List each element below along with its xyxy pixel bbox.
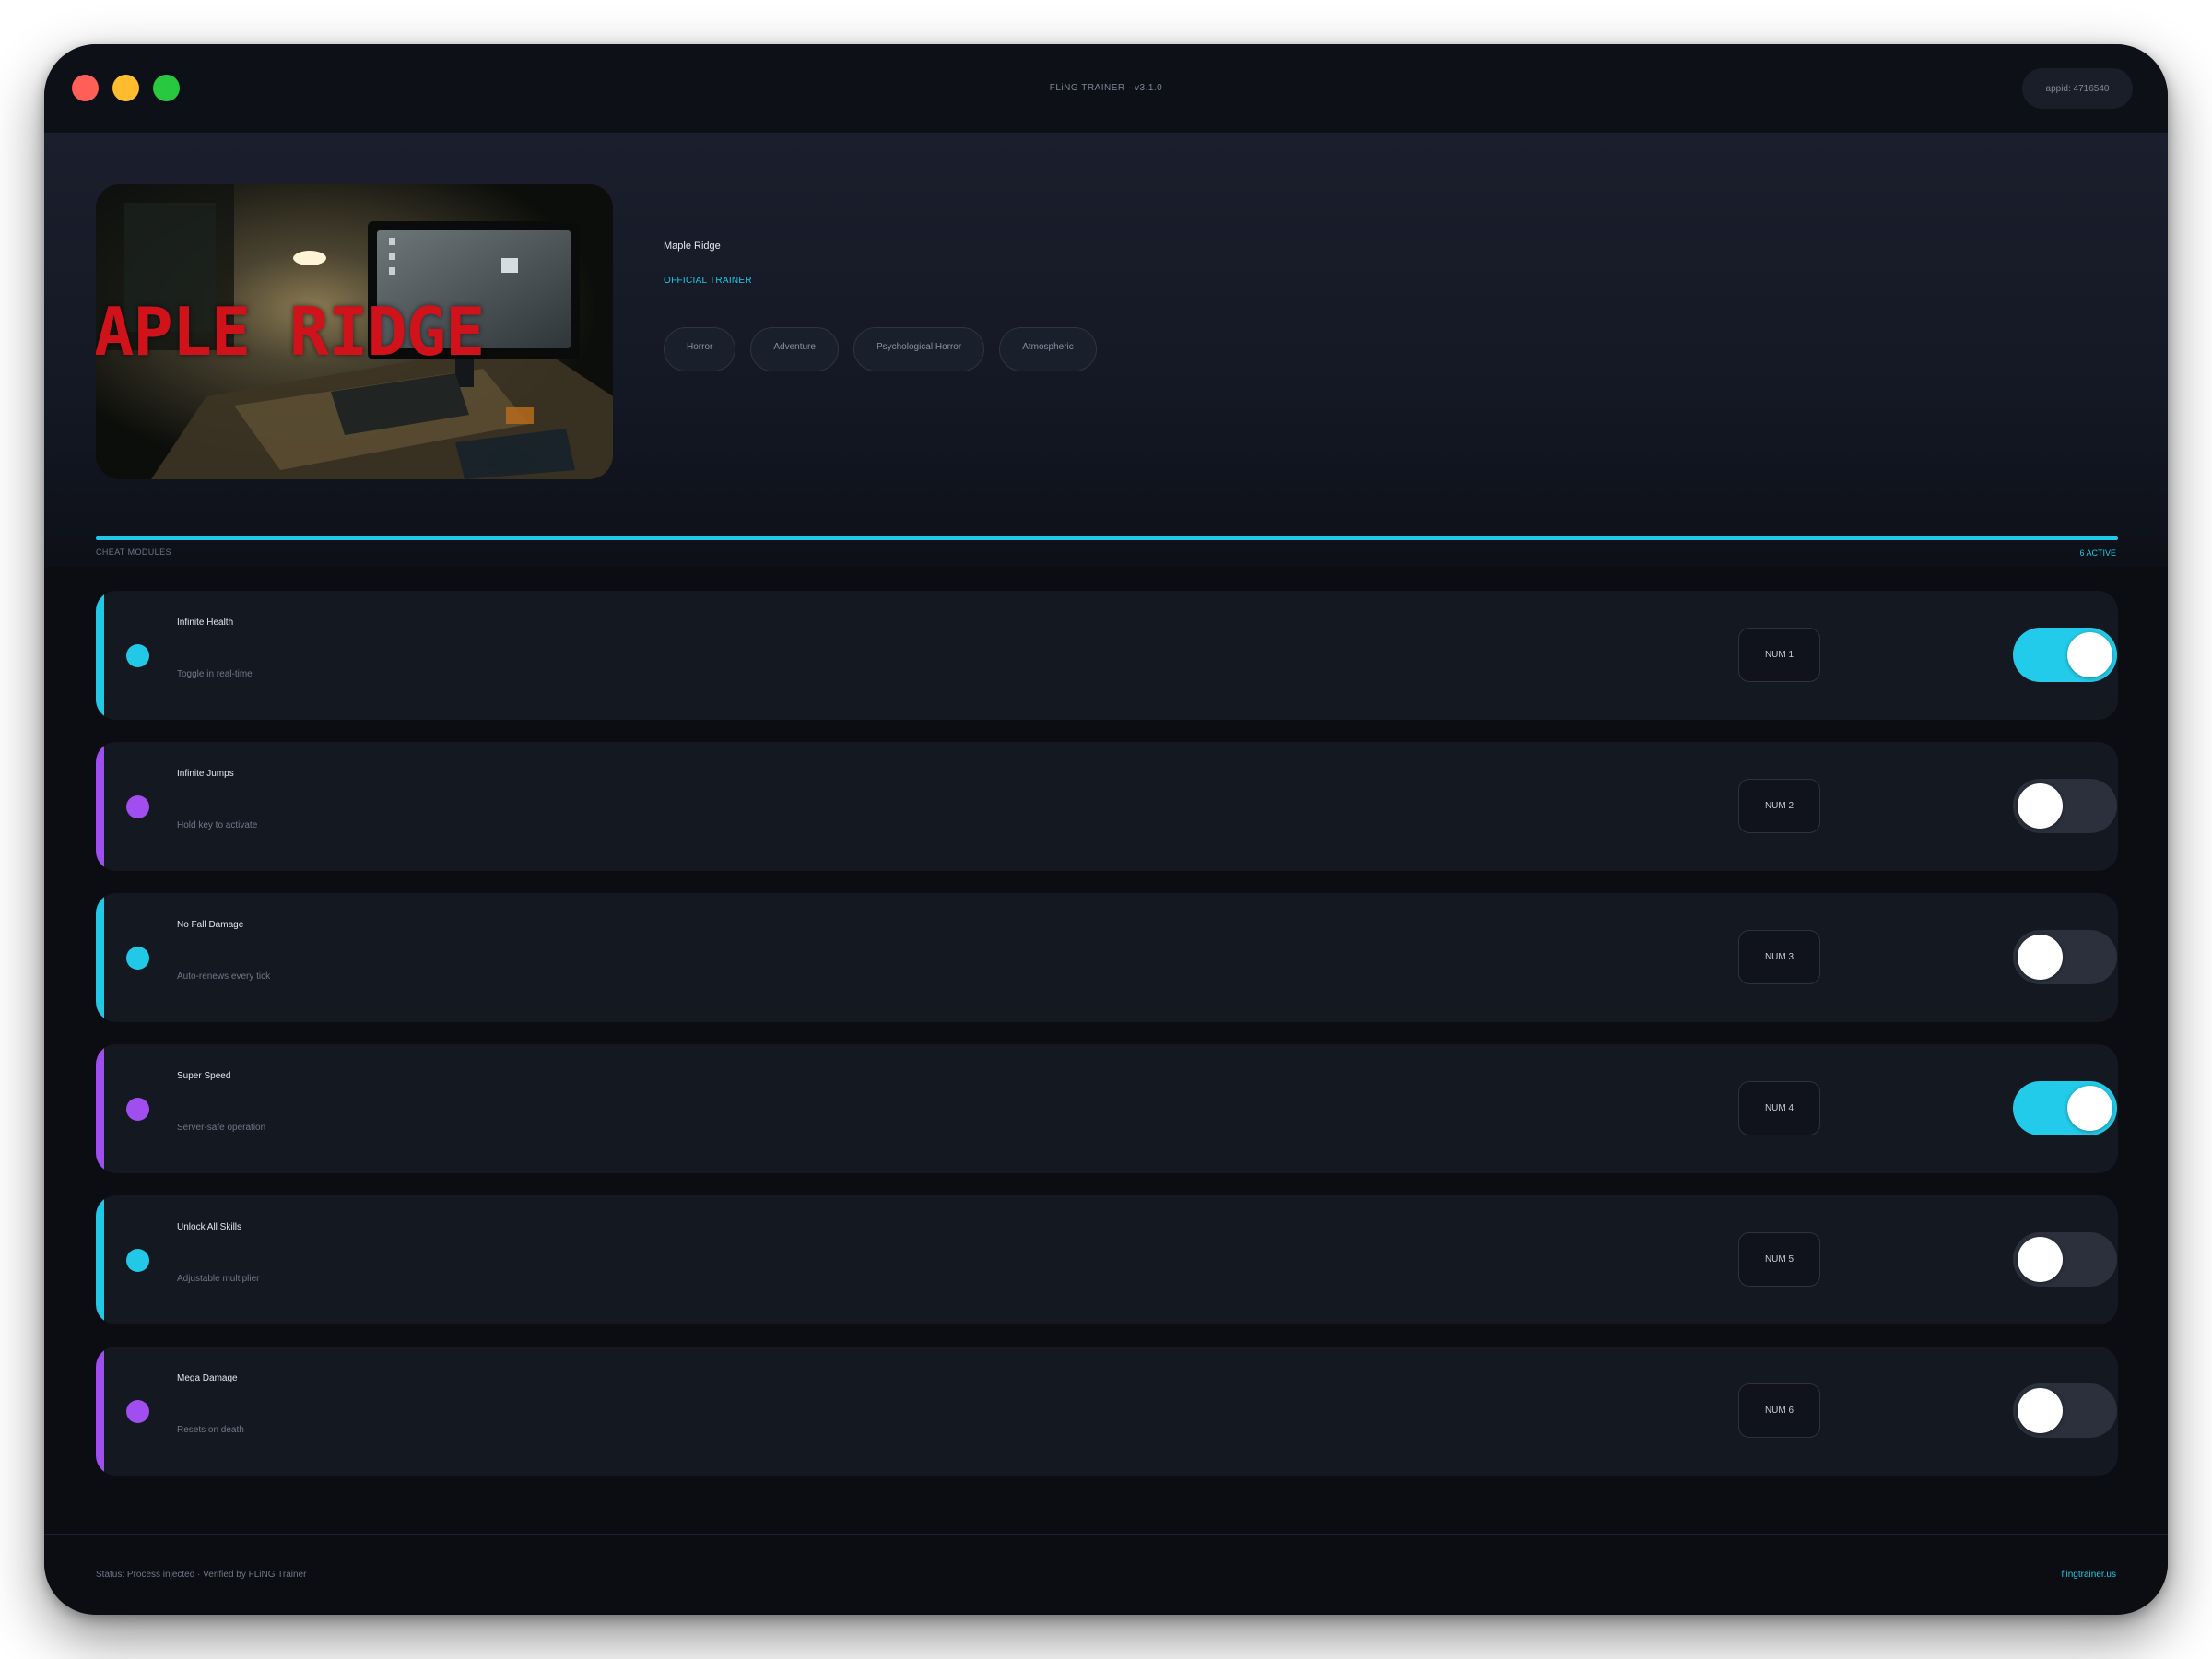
title-bar: FLiNG TRAINER · v3.1.0 appid: 4716540 bbox=[44, 44, 2168, 134]
toggle-knob bbox=[2018, 935, 2063, 980]
hotkey-button[interactable]: NUM 5 bbox=[1738, 1232, 1820, 1287]
hotkey-button[interactable]: NUM 3 bbox=[1738, 930, 1820, 984]
trainer-window: FLiNG TRAINER · v3.1.0 appid: 4716540 AP… bbox=[44, 44, 2168, 1615]
status-dot-icon bbox=[126, 947, 149, 970]
cheat-description: Server-safe operation bbox=[177, 1123, 266, 1133]
accent-bar bbox=[96, 1347, 104, 1476]
status-dot-icon bbox=[126, 1098, 149, 1121]
cheat-card: Infinite Health Toggle in real-time NUM … bbox=[96, 591, 2118, 720]
game-cover-image: APLE RIDGE bbox=[96, 184, 613, 479]
toggle-knob bbox=[2018, 1237, 2063, 1282]
status-dot-icon bbox=[126, 1249, 149, 1272]
game-hero: APLE RIDGE Maple Ridge OFFICIAL TRAINER … bbox=[44, 134, 2168, 567]
genre-tags: Horror Adventure Psychological Horror At… bbox=[664, 327, 1097, 371]
cheat-name: Unlock All Skills bbox=[177, 1222, 242, 1232]
game-name: Maple Ridge bbox=[664, 241, 721, 252]
hotkey-button[interactable]: NUM 1 bbox=[1738, 628, 1820, 682]
status-dot-icon bbox=[126, 1400, 149, 1423]
website-link[interactable]: flingtrainer.us bbox=[2062, 1570, 2116, 1580]
accent-bar bbox=[96, 893, 104, 1022]
cheat-name: Mega Damage bbox=[177, 1373, 238, 1383]
genre-tag[interactable]: Horror bbox=[664, 327, 736, 371]
cheat-description: Auto-renews every tick bbox=[177, 971, 271, 982]
toggle-knob bbox=[2067, 1086, 2112, 1131]
hotkey-button[interactable]: NUM 4 bbox=[1738, 1081, 1820, 1135]
cheat-card: Unlock All Skills Adjustable multiplier … bbox=[96, 1195, 2118, 1324]
appid-badge: appid: 4716540 bbox=[2022, 68, 2133, 109]
cheat-toggle[interactable] bbox=[2013, 930, 2117, 984]
cover-title-art: APLE RIDGE bbox=[96, 293, 485, 371]
cheat-toggle[interactable] bbox=[2013, 1383, 2117, 1438]
cheat-description: Resets on death bbox=[177, 1425, 244, 1435]
genre-tag[interactable]: Adventure bbox=[750, 327, 839, 371]
cheat-card: Super Speed Server-safe operation NUM 4 bbox=[96, 1044, 2118, 1173]
cheat-toggle[interactable] bbox=[2013, 779, 2117, 833]
status-footer: Status: Process injected · Verified by F… bbox=[44, 1534, 2168, 1615]
accent-bar bbox=[96, 1044, 104, 1173]
active-count: 6 ACTIVE bbox=[2079, 548, 2116, 558]
toggle-knob bbox=[2018, 783, 2063, 829]
status-dot-icon bbox=[126, 795, 149, 818]
genre-tag[interactable]: Psychological Horror bbox=[853, 327, 985, 371]
section-divider bbox=[96, 536, 2118, 540]
status-dot-icon bbox=[126, 644, 149, 667]
cheat-toggle[interactable] bbox=[2013, 628, 2117, 682]
hotkey-button[interactable]: NUM 6 bbox=[1738, 1383, 1820, 1438]
official-trainer-label: OFFICIAL TRAINER bbox=[664, 276, 752, 286]
app-title: FLiNG TRAINER · v3.1.0 bbox=[1049, 83, 1163, 93]
toggle-knob bbox=[2018, 1388, 2063, 1433]
hotkey-button[interactable]: NUM 2 bbox=[1738, 779, 1820, 833]
toggle-knob bbox=[2067, 632, 2112, 677]
cheat-description: Toggle in real-time bbox=[177, 669, 253, 679]
cheat-card: No Fall Damage Auto-renews every tick NU… bbox=[96, 893, 2118, 1022]
cheat-list: Infinite Health Toggle in real-time NUM … bbox=[96, 591, 2118, 1498]
cheat-toggle[interactable] bbox=[2013, 1232, 2117, 1287]
cheat-description: Adjustable multiplier bbox=[177, 1274, 260, 1284]
cheat-name: No Fall Damage bbox=[177, 920, 244, 930]
accent-bar bbox=[96, 591, 104, 720]
cheat-card: Infinite Jumps Hold key to activate NUM … bbox=[96, 742, 2118, 871]
genre-tag[interactable]: Atmospheric bbox=[999, 327, 1097, 371]
cheat-name: Super Speed bbox=[177, 1071, 231, 1081]
cheat-card: Mega Damage Resets on death NUM 6 bbox=[96, 1347, 2118, 1476]
cheat-description: Hold key to activate bbox=[177, 820, 258, 830]
accent-bar bbox=[96, 742, 104, 871]
accent-bar bbox=[96, 1195, 104, 1324]
status-text: Status: Process injected · Verified by F… bbox=[96, 1570, 307, 1580]
cheat-name: Infinite Health bbox=[177, 618, 234, 628]
section-title: CHEAT MODULES bbox=[96, 547, 171, 557]
cheat-toggle[interactable] bbox=[2013, 1081, 2117, 1135]
cheat-name: Infinite Jumps bbox=[177, 769, 234, 779]
